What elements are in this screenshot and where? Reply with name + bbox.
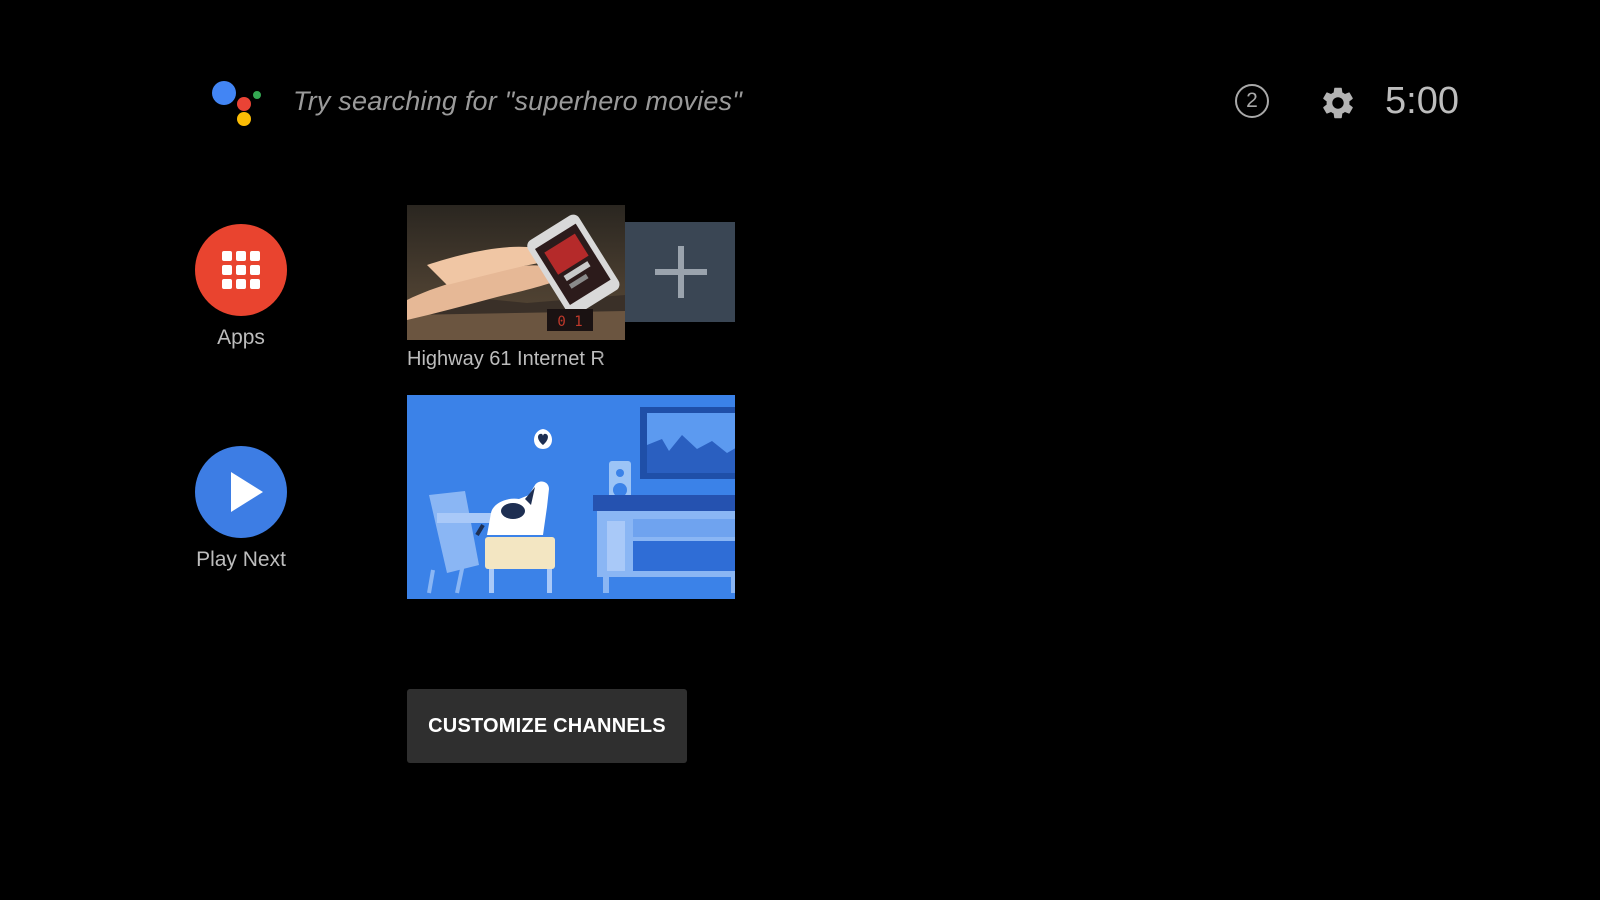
- svg-text:0 1: 0 1: [557, 314, 582, 330]
- play-next-illustration[interactable]: [407, 395, 735, 599]
- play-next-circle[interactable]: [195, 446, 287, 538]
- play-next-button[interactable]: Play Next: [181, 446, 301, 572]
- play-next-label: Play Next: [196, 548, 286, 571]
- customize-channels-button[interactable]: CUSTOMIZE CHANNELS: [407, 689, 687, 763]
- gear-icon[interactable]: [1319, 84, 1357, 122]
- apps-grid-icon: [222, 251, 260, 289]
- search-hint[interactable]: Try searching for "superhero movies": [293, 86, 742, 117]
- clock: 5:00: [1385, 80, 1459, 122]
- notification-badge[interactable]: 2: [1235, 84, 1269, 118]
- apps-button[interactable]: Apps: [181, 224, 301, 350]
- add-channel-tile[interactable]: [625, 222, 735, 322]
- home-screen: Try searching for "superhero movies" 2 5…: [0, 0, 1600, 900]
- plus-icon: [655, 246, 707, 298]
- apps-circle[interactable]: [195, 224, 287, 316]
- channel-title: Highway 61 Internet R: [407, 348, 605, 370]
- google-assistant-icon[interactable]: [212, 80, 264, 126]
- channel-thumbnail[interactable]: 0 1: [407, 205, 625, 340]
- play-icon: [231, 472, 263, 512]
- apps-label: Apps: [217, 326, 265, 349]
